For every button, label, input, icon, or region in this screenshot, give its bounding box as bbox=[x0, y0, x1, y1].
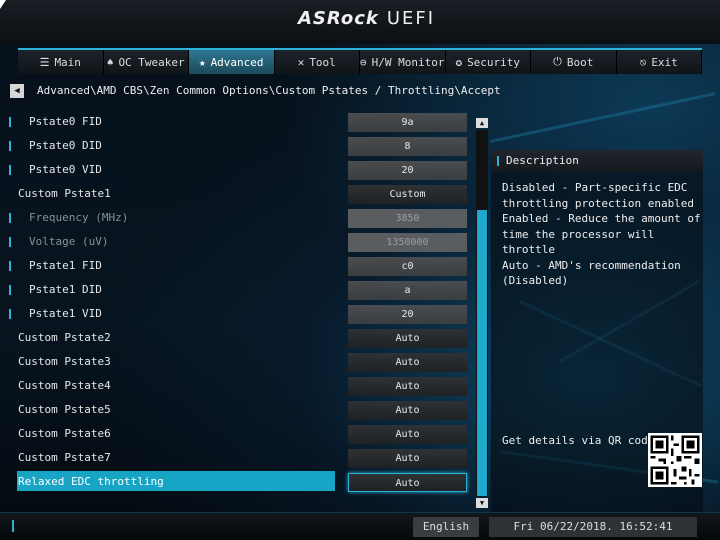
setting-value[interactable]: Custom bbox=[348, 185, 467, 204]
setting-value[interactable]: Auto bbox=[348, 353, 467, 372]
tab-security[interactable]: ✪ Security bbox=[445, 50, 531, 74]
accent-bar bbox=[9, 165, 11, 175]
setting-row[interactable]: Custom Pstate5 Auto bbox=[0, 399, 470, 421]
setting-row[interactable]: Custom Pstate3 Auto bbox=[0, 351, 470, 373]
setting-value[interactable]: Auto bbox=[348, 329, 467, 348]
setting-label: Pstate1 VID bbox=[29, 307, 102, 320]
list-icon: ☰ bbox=[39, 55, 50, 69]
setting-value[interactable]: 20 bbox=[348, 161, 467, 180]
setting-value[interactable]: a bbox=[348, 281, 467, 300]
setting-label: Custom Pstate1 bbox=[18, 187, 111, 200]
accent-bar bbox=[9, 141, 11, 151]
qr-label: Get details via QR code bbox=[502, 434, 655, 447]
tab-label: Main bbox=[54, 55, 81, 69]
tab-label: H/W Monitor bbox=[371, 55, 445, 69]
setting-row[interactable]: Custom Pstate2 Auto bbox=[0, 327, 470, 349]
header-bar: ASRock UEFI bbox=[0, 0, 720, 44]
accent-bar bbox=[12, 520, 14, 532]
setting-label: Pstate0 DID bbox=[29, 139, 102, 152]
setting-row[interactable]: Custom Pstate4 Auto bbox=[0, 375, 470, 397]
setting-label: Voltage (uV) bbox=[29, 235, 109, 248]
setting-label: Pstate1 DID bbox=[29, 283, 102, 296]
tab-label: Exit bbox=[651, 55, 678, 69]
tab-main[interactable]: ☰ Main bbox=[18, 50, 104, 74]
scroll-up-arrow-icon[interactable]: ▲ bbox=[476, 118, 488, 128]
monitor-icon: ⊖ bbox=[360, 55, 367, 69]
setting-value[interactable]: Auto bbox=[348, 449, 467, 468]
setting-row: Frequency (MHz) 3850 bbox=[0, 207, 470, 229]
rocket-icon: ♠ bbox=[106, 55, 114, 69]
tab-label: Advanced bbox=[210, 55, 264, 69]
setting-value[interactable]: 8 bbox=[348, 137, 467, 156]
setting-row[interactable]: Custom Pstate1 Custom bbox=[0, 183, 470, 205]
qr-code-icon bbox=[648, 433, 702, 487]
setting-value: 3850 bbox=[348, 209, 467, 228]
language-button[interactable]: English bbox=[413, 517, 479, 537]
scroll-down-arrow-icon[interactable]: ▼ bbox=[476, 498, 488, 508]
breadcrumb: Advanced\AMD CBS\Zen Common Options\Cust… bbox=[37, 84, 501, 97]
description-text: Disabled - Part-specific EDC throttling … bbox=[502, 181, 701, 287]
setting-label: Frequency (MHz) bbox=[29, 211, 129, 224]
accent-bar bbox=[9, 261, 11, 271]
tab-label: Security bbox=[467, 55, 521, 69]
setting-row[interactable]: Custom Pstate6 Auto bbox=[0, 423, 470, 445]
tab-advanced[interactable]: ★ Advanced bbox=[189, 50, 275, 74]
shield-icon: ✪ bbox=[455, 55, 463, 69]
setting-row[interactable]: Pstate0 DID 8 bbox=[0, 135, 470, 157]
setting-label: Pstate1 FID bbox=[29, 259, 102, 272]
tab-oc-tweaker[interactable]: ♠ OC Tweaker bbox=[103, 50, 189, 74]
setting-row[interactable]: Pstate0 VID 20 bbox=[0, 159, 470, 181]
setting-row[interactable]: Pstate0 FID 9a bbox=[0, 111, 470, 133]
setting-value[interactable]: 9a bbox=[348, 113, 467, 132]
tools-icon: ✕ bbox=[297, 55, 305, 69]
setting-value[interactable]: Auto bbox=[348, 425, 467, 444]
accent-bar bbox=[9, 213, 11, 223]
setting-row[interactable]: Pstate1 VID 20 bbox=[0, 303, 470, 325]
setting-value[interactable]: Auto bbox=[348, 473, 467, 492]
accent-bar bbox=[9, 309, 11, 319]
setting-label: Pstate0 VID bbox=[29, 163, 102, 176]
tab-h-w-monitor[interactable]: ⊖ H/W Monitor bbox=[360, 50, 446, 74]
setting-label: Custom Pstate4 bbox=[18, 379, 111, 392]
setting-value[interactable]: Auto bbox=[348, 401, 467, 420]
accent-bar bbox=[9, 117, 11, 127]
tab-tool[interactable]: ✕ Tool bbox=[274, 50, 360, 74]
setting-row[interactable]: Relaxed EDC throttling Auto bbox=[0, 471, 470, 493]
setting-value[interactable]: c0 bbox=[348, 257, 467, 276]
scrollbar-thumb[interactable] bbox=[477, 210, 487, 496]
setting-label: Custom Pstate6 bbox=[18, 427, 111, 440]
accent-bar bbox=[9, 237, 11, 247]
description-title: Description bbox=[506, 154, 579, 167]
setting-row[interactable]: Pstate1 FID c0 bbox=[0, 255, 470, 277]
power-icon: ⏻ bbox=[553, 55, 562, 68]
exit-icon: ⎋ bbox=[639, 55, 647, 69]
setting-row: Voltage (uV) 1350000 bbox=[0, 231, 470, 253]
setting-label: Custom Pstate3 bbox=[18, 355, 111, 368]
setting-value[interactable]: 20 bbox=[348, 305, 467, 324]
back-button[interactable]: ◀ bbox=[10, 84, 24, 98]
asrock-logo: ASRock UEFI bbox=[298, 8, 436, 29]
tab-label: Tool bbox=[309, 55, 336, 69]
main-tabs: ☰ Main ♠ OC Tweaker ★ Advanced ✕ Tool ⊖ H/W Monit… bbox=[18, 48, 702, 74]
setting-label: Custom Pstate7 bbox=[18, 451, 111, 464]
setting-label: Pstate0 FID bbox=[29, 115, 102, 128]
setting-label: Relaxed EDC throttling bbox=[18, 475, 164, 488]
accent-bar bbox=[497, 156, 499, 166]
mouse-cursor-icon bbox=[0, 0, 6, 9]
accent-bar bbox=[9, 285, 11, 295]
setting-row[interactable]: Custom Pstate7 Auto bbox=[0, 447, 470, 469]
setting-value[interactable]: Auto bbox=[348, 377, 467, 396]
description-header: Description bbox=[491, 150, 703, 172]
tab-exit[interactable]: ⎋ Exit bbox=[616, 50, 702, 74]
datetime-display: Fri 06/22/2018. 16:52:41 bbox=[489, 517, 697, 537]
tab-boot[interactable]: ⏻ Boot bbox=[531, 50, 617, 74]
setting-row[interactable]: Pstate1 DID a bbox=[0, 279, 470, 301]
setting-label: Custom Pstate2 bbox=[18, 331, 111, 344]
star-icon: ★ bbox=[198, 55, 206, 69]
setting-label: Custom Pstate5 bbox=[18, 403, 111, 416]
tab-label: OC Tweaker bbox=[118, 55, 185, 69]
tab-label: Boot bbox=[566, 55, 594, 69]
setting-value: 1350000 bbox=[348, 233, 467, 252]
